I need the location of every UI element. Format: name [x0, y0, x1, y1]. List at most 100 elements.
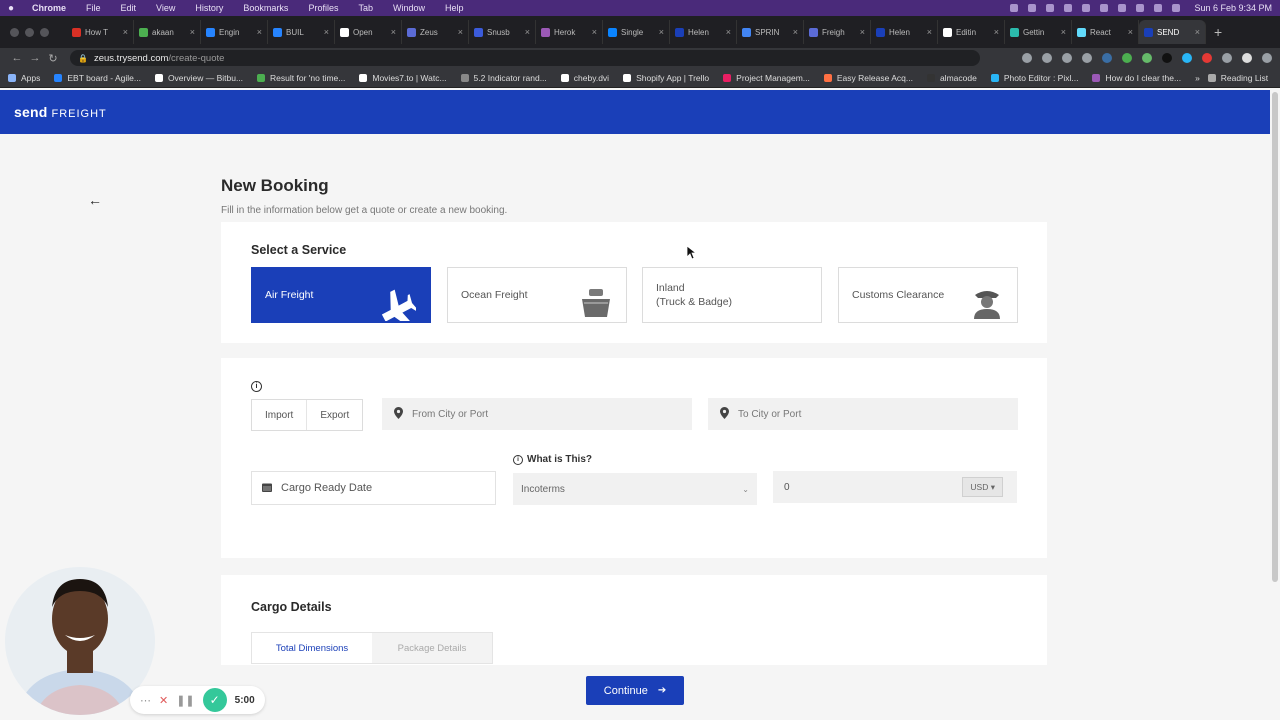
close-tab-icon[interactable]: × [726, 27, 731, 37]
bookmark-item[interactable]: Shopify App | Trello [623, 73, 709, 83]
amount-input[interactable]: 0 USD ▾ [773, 471, 1017, 503]
status-icon[interactable] [1100, 4, 1109, 12]
discard-recording-icon[interactable]: ✕ [159, 694, 168, 707]
menu-bookmarks[interactable]: Bookmarks [243, 3, 288, 13]
new-tab-button[interactable]: + [1214, 24, 1222, 40]
browser-tab[interactable]: How T × [67, 20, 134, 44]
close-tab-icon[interactable]: × [927, 27, 932, 37]
bookmark-item[interactable]: EBT board - Agile... [54, 73, 141, 83]
browser-tab[interactable]: Open × [335, 20, 402, 44]
extension-icon[interactable] [1142, 53, 1152, 63]
status-icon[interactable] [1010, 4, 1019, 12]
status-icon[interactable] [1082, 4, 1091, 12]
close-tab-icon[interactable]: × [592, 27, 597, 37]
close-tab-icon[interactable]: × [860, 27, 865, 37]
browser-tab[interactable]: Helen × [871, 20, 938, 44]
tab-package-details[interactable]: Package Details [372, 633, 492, 663]
menu-tab[interactable]: Tab [358, 3, 373, 13]
extension-icon[interactable] [1162, 53, 1172, 63]
bookmark-item[interactable]: How do I clear the... [1092, 73, 1181, 83]
browser-tab[interactable]: SPRIN × [737, 20, 804, 44]
close-tab-icon[interactable]: × [1061, 27, 1066, 37]
close-tab-icon[interactable]: × [1195, 27, 1200, 37]
menu-chrome[interactable]: Chrome [32, 3, 66, 13]
search-icon[interactable] [1172, 4, 1181, 12]
page-scrollbar[interactable] [1272, 92, 1278, 582]
maximize-window-icon[interactable] [40, 27, 49, 37]
close-tab-icon[interactable]: × [659, 27, 664, 37]
bookmark-item[interactable]: Apps [8, 73, 40, 83]
reading-list[interactable]: Reading List [1207, 73, 1268, 83]
info-icon[interactable]: i [251, 381, 262, 392]
cargo-ready-date-input[interactable]: Cargo Ready Date [251, 471, 496, 505]
incoterms-select[interactable]: Incoterms ⌄ [513, 473, 757, 505]
back-arrow-icon[interactable]: ← [88, 192, 102, 208]
close-tab-icon[interactable]: × [1128, 27, 1133, 37]
what-is-this-label[interactable]: i What is This? [513, 454, 592, 465]
tab-total-dimensions[interactable]: Total Dimensions [252, 633, 372, 663]
menu-profiles[interactable]: Profiles [308, 3, 338, 13]
menu-edit[interactable]: Edit [121, 3, 137, 13]
export-button[interactable]: Export [306, 400, 362, 430]
browser-tab[interactable]: Engin × [201, 20, 268, 44]
service-ocean-freight[interactable]: Ocean Freight [447, 267, 627, 323]
continue-button[interactable]: Continue ➔ [586, 676, 684, 705]
send-freight-logo[interactable]: send FREIGHT [14, 104, 107, 120]
browser-tab[interactable]: akaan × [134, 20, 201, 44]
pause-icon[interactable]: ❚❚ [176, 694, 194, 707]
status-icon[interactable] [1028, 4, 1037, 12]
extension-icon[interactable] [1182, 53, 1192, 63]
bookmark-item[interactable]: Result for 'no time... [257, 73, 345, 83]
reload-icon[interactable]: ↻ [44, 52, 62, 65]
menu-window[interactable]: Window [393, 3, 425, 13]
browser-tab[interactable]: React × [1072, 20, 1139, 44]
service-customs-clearance[interactable]: Customs Clearance [838, 267, 1018, 323]
browser-tab[interactable]: Editin × [938, 20, 1005, 44]
star-icon[interactable] [1082, 53, 1092, 63]
service-inland[interactable]: Inland (Truck & Badge) [642, 267, 822, 323]
browser-tab[interactable]: Helen × [670, 20, 737, 44]
bookmark-item[interactable]: Overview — Bitbu... [154, 73, 243, 83]
from-city-input[interactable]: From City or Port [382, 398, 692, 430]
browser-tab[interactable]: Zeus × [402, 20, 469, 44]
close-tab-icon[interactable]: × [123, 27, 128, 37]
close-tab-icon[interactable]: × [190, 27, 195, 37]
back-icon[interactable]: ← [8, 52, 26, 64]
extension-icon[interactable] [1102, 53, 1112, 63]
puzzle-icon[interactable] [1222, 53, 1232, 63]
extension-icon[interactable] [1122, 53, 1132, 63]
browser-tab[interactable]: BUIL × [268, 20, 335, 44]
close-tab-icon[interactable]: × [994, 27, 999, 37]
address-bar[interactable]: 🔒 zeus.trysend.com/create-quote [70, 50, 980, 66]
close-window-icon[interactable] [10, 27, 19, 37]
lock-icon[interactable]: 🔒 [78, 54, 88, 63]
bookmark-item[interactable]: 5.2 Indicator rand... [460, 73, 547, 83]
minimize-window-icon[interactable] [25, 27, 34, 37]
more-icon[interactable]: ⋯ [140, 694, 151, 707]
status-icon[interactable] [1136, 4, 1145, 12]
wifi-icon[interactable] [1154, 4, 1163, 12]
status-icon[interactable] [1064, 4, 1073, 12]
menu-clock[interactable]: Sun 6 Feb 9:34 PM [1194, 3, 1272, 13]
chevron-right-icon[interactable]: » [1195, 73, 1200, 83]
menu-view[interactable]: View [156, 3, 175, 13]
bookmark-item[interactable]: Movies7.to | Watc... [359, 73, 447, 83]
bookmark-item[interactable]: almacode [926, 73, 977, 83]
profile-avatar[interactable] [1242, 53, 1252, 63]
browser-tab[interactable]: SEND × [1139, 20, 1206, 44]
close-tab-icon[interactable]: × [458, 27, 463, 37]
share-icon[interactable] [1062, 53, 1072, 63]
close-tab-icon[interactable]: × [391, 27, 396, 37]
close-tab-icon[interactable]: × [257, 27, 262, 37]
key-icon[interactable] [1042, 53, 1052, 63]
service-air-freight[interactable]: Air Freight [251, 267, 431, 328]
apple-icon[interactable]: ● [8, 3, 20, 14]
browser-tab[interactable]: Snusb × [469, 20, 536, 44]
forward-icon[interactable]: → [26, 52, 44, 64]
browser-tab[interactable]: Freigh × [804, 20, 871, 44]
menu-history[interactable]: History [195, 3, 223, 13]
status-icon[interactable] [1118, 4, 1127, 12]
bookmark-item[interactable]: cheby.dvi [560, 73, 609, 83]
finish-recording-icon[interactable]: ✓ [202, 688, 227, 712]
bookmark-item[interactable]: Project Managem... [723, 73, 810, 83]
